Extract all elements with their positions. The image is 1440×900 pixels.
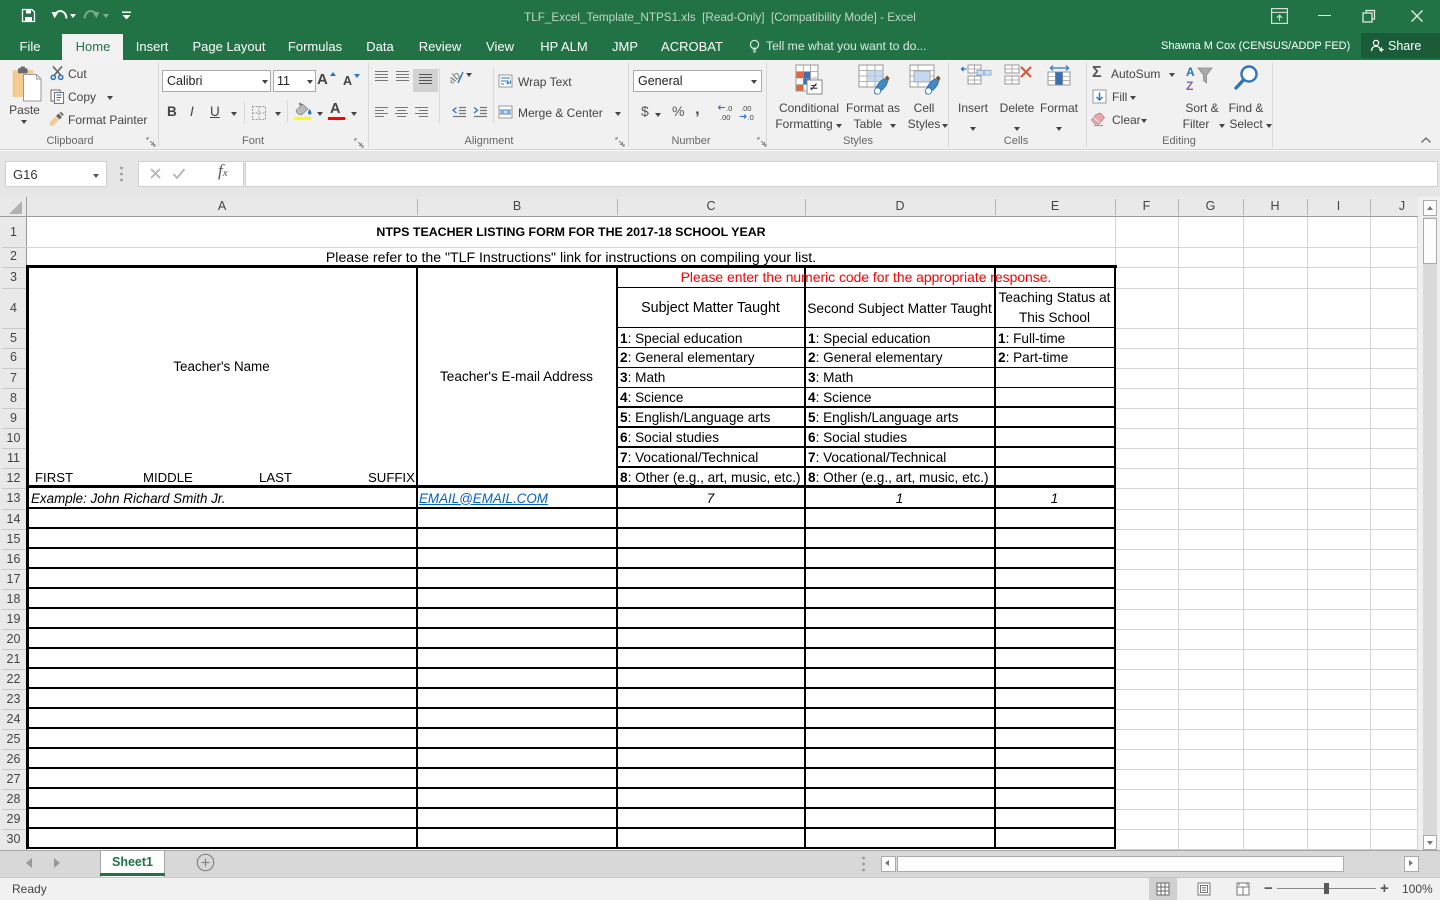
svg-text:A: A bbox=[1186, 65, 1195, 79]
svg-text:.00: .00 bbox=[720, 113, 730, 121]
svg-text:.0: .0 bbox=[726, 104, 732, 113]
svg-text:Z: Z bbox=[1186, 79, 1193, 93]
